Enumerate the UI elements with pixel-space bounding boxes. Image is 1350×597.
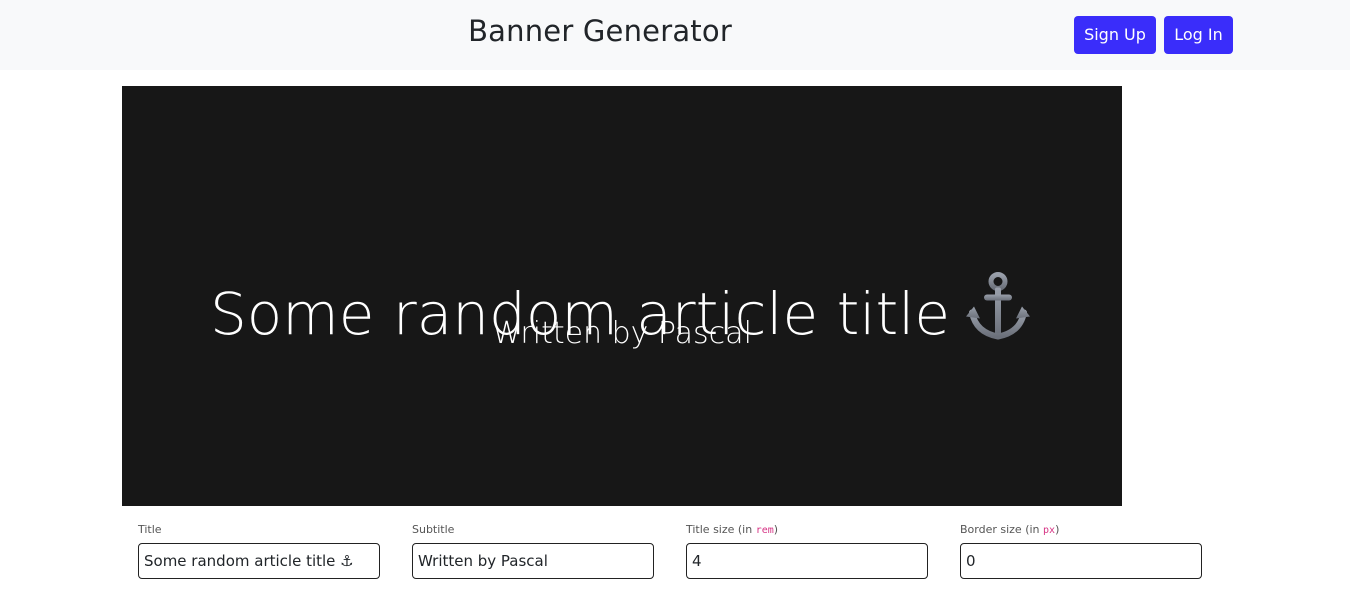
title-size-input[interactable] [686, 543, 928, 579]
title-size-label-end: ) [773, 523, 779, 536]
title-size-label-text: Title size (in [686, 523, 756, 536]
border-size-label-text: Border size (in [960, 523, 1044, 536]
border-size-field: Border size (in px) [960, 522, 1202, 579]
title-input[interactable] [138, 543, 380, 579]
log-in-button[interactable]: Log In [1164, 16, 1233, 54]
title-size-field: Title size (in rem) [686, 522, 928, 579]
subtitle-field: Subtitle [412, 522, 654, 579]
subtitle-label: Subtitle [412, 523, 455, 536]
app-title: Banner Generator [468, 14, 732, 48]
subtitle-input[interactable] [412, 543, 654, 579]
title-size-label: Title size (in rem) [686, 522, 928, 538]
banner-preview: Some random article title Written by Pas… [122, 86, 1122, 506]
border-size-label-end: ) [1055, 523, 1060, 536]
border-size-unit: px [1043, 525, 1056, 536]
title-label: Title [138, 523, 162, 536]
sign-up-button[interactable]: Sign Up [1074, 16, 1156, 54]
navbar: Banner Generator Sign Up Log In [0, 0, 1350, 70]
border-size-input[interactable] [960, 543, 1202, 579]
banner-subtitle: Written by Pascal [492, 316, 752, 351]
title-size-unit: rem [755, 525, 774, 536]
banner-settings-form: Title Subtitle Title size (in rem) Borde… [138, 522, 1202, 582]
title-field: Title [138, 522, 380, 579]
border-size-label: Border size (in px) [960, 522, 1202, 538]
